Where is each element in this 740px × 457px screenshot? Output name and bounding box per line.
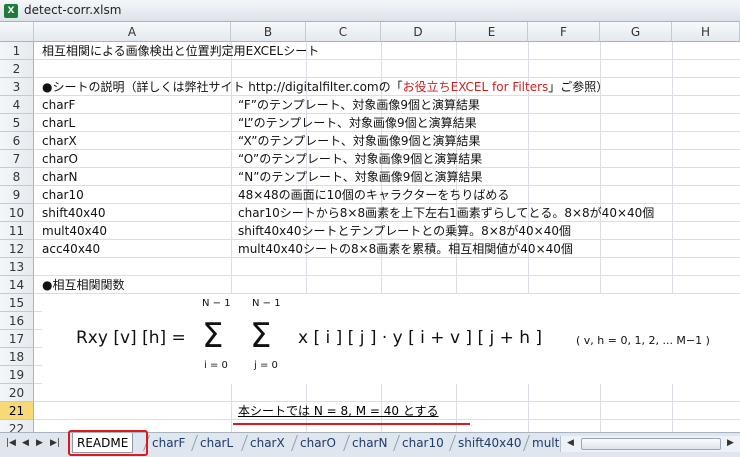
column-header-bar: A B C D E F G H <box>0 22 740 42</box>
row-header-9[interactable]: 9 <box>0 186 34 204</box>
cell-a4[interactable]: charF <box>42 96 75 114</box>
scroll-right-icon[interactable]: ▶ <box>727 438 734 448</box>
cell-b9[interactable]: 48×48の画面に10個のキャラクターをちりばめる <box>238 186 509 204</box>
cell-b6[interactable]: “X”のテンプレート、対象画像9個と演算結果 <box>238 132 481 150</box>
cell-a12[interactable]: acc40x40 <box>42 240 100 258</box>
cell-b11[interactable]: shift40x40シートとテンプレートとの乗算。8×8が40×40個 <box>238 222 571 240</box>
cell-a11[interactable]: mult40x40 <box>42 222 107 240</box>
first-sheet-button[interactable]: |◀ <box>6 438 16 448</box>
row-header-4[interactable]: 4 <box>0 96 34 114</box>
column-header-f[interactable]: F <box>528 22 600 42</box>
title-bar: X detect-corr.xlsm <box>0 0 740 22</box>
row-header-18[interactable]: 18 <box>0 348 34 366</box>
prev-sheet-button[interactable]: ◀ <box>22 438 29 448</box>
column-header-c[interactable]: C <box>306 22 381 42</box>
row-header-16[interactable]: 16 <box>0 312 34 330</box>
tab-charo[interactable]: charO <box>296 433 340 453</box>
row-header-3[interactable]: 3 <box>0 78 34 96</box>
tab-charn[interactable]: charN <box>348 433 391 453</box>
tab-charf[interactable]: charF <box>148 433 189 453</box>
sum2-lower: j = 0 <box>254 360 278 371</box>
column-header-a[interactable]: A <box>34 22 231 42</box>
select-all-corner[interactable] <box>0 22 34 42</box>
row-header-5[interactable]: 5 <box>0 114 34 132</box>
row-header-13[interactable]: 13 <box>0 258 34 276</box>
row-header-22[interactable]: 22 <box>0 420 34 432</box>
sigma-1: Σ <box>202 316 224 356</box>
cell-b10[interactable]: char10シートから8×8画素を上下左右1画素ずらしてとる。8×8が40×40… <box>238 204 654 222</box>
cell-b5[interactable]: “L”のテンプレート、対象画像9個と演算結果 <box>238 114 477 132</box>
excel-icon: X <box>4 4 18 18</box>
worksheet-grid[interactable]: 1 2 3 4 5 6 7 8 9 10 11 12 13 14 15 16 1… <box>0 42 740 432</box>
row-header-7[interactable]: 7 <box>0 150 34 168</box>
red-underline-annotation <box>233 423 470 425</box>
column-header-d[interactable]: D <box>381 22 456 42</box>
row-header-15[interactable]: 15 <box>0 294 34 312</box>
cell-a10[interactable]: shift40x40 <box>42 204 106 222</box>
row-header-11[interactable]: 11 <box>0 222 34 240</box>
tab-char10[interactable]: char10 <box>398 433 448 453</box>
scroll-left-icon[interactable]: ◀ <box>567 438 574 448</box>
formula-body: x [ i ] [ j ] · y [ i + v ] [ j + h ] <box>298 328 543 348</box>
row-header-17[interactable]: 17 <box>0 330 34 348</box>
column-header-h[interactable]: H <box>672 22 740 42</box>
row-header-12[interactable]: 12 <box>0 240 34 258</box>
last-sheet-button[interactable]: ▶| <box>50 438 60 448</box>
horizontal-scrollbar[interactable]: ◀ ▶ <box>560 436 740 452</box>
cell-a6[interactable]: charX <box>42 132 77 150</box>
cell-b7[interactable]: “O”のテンプレート、対象画像9個と演算結果 <box>238 150 482 168</box>
row-header-2[interactable]: 2 <box>0 60 34 78</box>
scroll-thumb[interactable] <box>581 438 721 450</box>
sum1-lower: i = 0 <box>204 360 228 371</box>
sum2-upper: N − 1 <box>252 298 281 309</box>
row-header-21[interactable]: 21 <box>0 402 34 420</box>
cell-a3-text: ●シートの説明（詳しくは弊社サイト http://digitalfilter.c… <box>42 80 403 94</box>
row-header-14[interactable]: 14 <box>0 276 34 294</box>
column-header-g[interactable]: G <box>600 22 672 42</box>
cell-b4[interactable]: “F”のテンプレート、対象画像9個と演算結果 <box>238 96 480 114</box>
row-header-1[interactable]: 1 <box>0 42 34 60</box>
sigma-2: Σ <box>250 316 272 356</box>
row-header-6[interactable]: 6 <box>0 132 34 150</box>
cell-a3-link-text: お役立ちEXCEL for Filters <box>402 80 549 94</box>
cell-a7[interactable]: charO <box>42 150 78 168</box>
cell-a1[interactable]: 相互相関による画像検出と位置判定用EXCELシート <box>42 42 319 60</box>
formula-range: ( v, h = 0, 1, 2, ... M−1 ) <box>576 334 710 347</box>
formula-image[interactable]: Rxy [v] [h] = N − 1 Σ i = 0 N − 1 Σ j = … <box>42 294 740 384</box>
cell-a8[interactable]: charN <box>42 168 77 186</box>
window-title: detect-corr.xlsm <box>24 3 122 17</box>
cell-a14[interactable]: ●相互相関関数 <box>42 276 124 294</box>
row-header-10[interactable]: 10 <box>0 204 34 222</box>
column-header-e[interactable]: E <box>456 22 528 42</box>
tab-charl[interactable]: charL <box>196 433 237 453</box>
cell-b21[interactable]: 本シートでは N = 8, M = 40 とする <box>238 402 439 420</box>
cell-a3[interactable]: ●シートの説明（詳しくは弊社サイト http://digitalfilter.c… <box>42 78 608 96</box>
row-header-20[interactable]: 20 <box>0 384 34 402</box>
red-highlight-box <box>68 430 148 456</box>
column-header-b[interactable]: B <box>231 22 306 42</box>
cell-b8[interactable]: “N”のテンプレート、対象画像9個と演算結果 <box>238 168 482 186</box>
formula-lhs: Rxy [v] [h] = <box>76 328 186 348</box>
cell-a3-tail: 」ご参照） <box>548 80 609 94</box>
cell-b12[interactable]: mult40x40シートの8×8画素を累積。相互相関値が40×40個 <box>238 240 573 258</box>
cell-a9[interactable]: char10 <box>42 186 84 204</box>
row-header-8[interactable]: 8 <box>0 168 34 186</box>
row-header-19[interactable]: 19 <box>0 366 34 384</box>
sum1-upper: N − 1 <box>202 298 231 309</box>
cell-a5[interactable]: charL <box>42 114 75 132</box>
tab-charx[interactable]: charX <box>246 433 289 453</box>
tab-shift40x40[interactable]: shift40x40 <box>454 433 526 453</box>
next-sheet-button[interactable]: ▶ <box>36 438 43 448</box>
